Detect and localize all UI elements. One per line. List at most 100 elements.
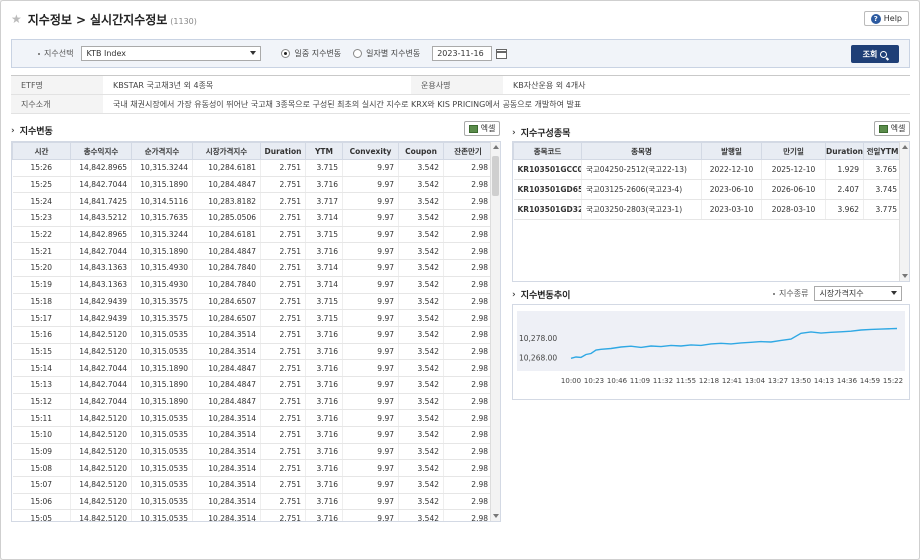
scroll-thumb[interactable] (492, 156, 499, 196)
scroll-up-icon[interactable] (493, 145, 499, 149)
index-change-cell: 9.97 (342, 376, 399, 394)
index-change-cell: 15:22 (12, 226, 71, 244)
index-change-row[interactable]: 15:22 14,842.8965 10,315.3244 10,284.6181 2.… (12, 226, 493, 244)
index-change-cell: 2.98 (443, 309, 493, 327)
index-change-cell: 10,284.3514 (192, 493, 261, 511)
index-change-cell: 14,841.7425 (70, 192, 132, 211)
index-change-cell: 14,842.5120 (70, 493, 132, 511)
index-change-cell: 10,284.4847 (192, 376, 261, 394)
index-change-cell: 2.98 (443, 493, 493, 511)
index-change-row[interactable]: 15:16 14,842.5120 10,315.0535 10,284.3514 2.… (12, 326, 493, 344)
trend-title-text: 지수변동추이 (520, 291, 571, 301)
index-change-row[interactable]: 15:26 14,842.8965 10,315.3244 10,284.6181 2.… (12, 159, 493, 177)
index-change-row[interactable]: 15:12 14,842.7044 10,315.1890 10,284.4847 2.… (12, 393, 493, 411)
index-change-table: 시간 총수익지수 순가격지수 시장가격지수 Duration YTM Convexity Co… (12, 142, 493, 521)
index-change-cell: 10,315.1890 (131, 359, 193, 377)
index-change-cell: 3.542 (398, 192, 444, 211)
breadcrumb-category: 지수정보 (27, 12, 72, 27)
index-change-cell: 10,285.0506 (192, 209, 261, 227)
index-change-cell: 14,843.5212 (70, 209, 132, 227)
index-change-cell: 15:11 (12, 409, 71, 427)
trend-filter-label: 지수종류 (779, 289, 809, 298)
index-change-row[interactable]: 15:11 14,842.5120 10,315.0535 10,284.3514 2.… (12, 409, 493, 427)
index-change-cell: 10,315.0535 (131, 343, 193, 361)
index-change-cell: 10,315.0535 (131, 509, 193, 521)
index-change-row[interactable]: 15:08 14,842.5120 10,315.0535 10,284.3514 2.… (12, 459, 493, 478)
index-change-cell: 15:14 (12, 359, 71, 377)
index-change-row[interactable]: 15:23 14,843.5212 10,315.7635 10,285.0506 2.… (12, 209, 493, 227)
index-change-row[interactable]: 15:25 14,842.7044 10,315.1890 10,284.4847 2.… (12, 176, 493, 194)
index-change-cell: 14,842.7044 (70, 242, 132, 261)
constituents-table-wrapper[interactable]: 종목코드 종목명 발행일 만기일 Duration 전일YTM KR103501GCC0 국… (512, 141, 910, 282)
calendar-icon[interactable] (496, 48, 508, 59)
index-change-header-cell: YTM (305, 142, 343, 160)
index-change-cell: 10,284.3514 (192, 443, 261, 461)
index-change-table-wrapper[interactable]: 시간 총수익지수 순가격지수 시장가격지수 Duration YTM Convexity Co… (11, 141, 501, 522)
index-change-row[interactable]: 15:14 14,842.7044 10,315.1890 10,284.4847 2.… (12, 359, 493, 377)
index-change-cell: 3.542 (398, 343, 444, 361)
index-change-cell: 2.98 (443, 276, 493, 294)
index-change-row[interactable]: 15:05 14,842.5120 10,315.0535 10,284.3514 2.… (12, 509, 493, 521)
constituent-cell: 국고03250-2803(국고23-1) (581, 199, 702, 220)
info-row-etf: ETF명 KBSTAR 국고채3년 외 4종목 운용사명 KB자산운용 외 4개… (11, 76, 910, 95)
index-change-row[interactable]: 15:18 14,842.9439 10,315.3575 10,284.6507 2.… (12, 293, 493, 311)
scroll-down-icon[interactable] (493, 514, 499, 518)
index-change-row[interactable]: 15:15 14,842.5120 10,315.0535 10,284.3514 2.… (12, 343, 493, 361)
index-change-row[interactable]: 15:24 14,841.7425 10,314.5116 10,283.8182 2.… (12, 192, 493, 211)
index-change-row[interactable]: 15:09 14,842.5120 10,315.0535 10,284.3514 2.… (12, 443, 493, 461)
query-button[interactable]: 조회 (851, 45, 899, 63)
date-input[interactable]: 2023-11-16 (432, 46, 493, 61)
index-change-cell: 2.98 (443, 159, 493, 177)
chevron-right-icon: › (512, 289, 516, 300)
left-excel-button[interactable]: 엑셀 (464, 121, 500, 136)
constituent-row[interactable]: KR103501GD65 국고03125-2606(국고23-4) 2023-06-… (513, 179, 902, 200)
vertical-scrollbar[interactable] (490, 142, 500, 521)
index-change-row[interactable]: 15:20 14,843.1363 10,315.4930 10,284.7840 2.… (12, 259, 493, 277)
constituent-row[interactable]: KR103501GD32 국고03250-2803(국고23-1) 2023-03-… (513, 199, 902, 220)
x-tick-label: 10:46 (607, 377, 628, 385)
index-change-cell: 9.97 (342, 192, 399, 211)
index-change-cell: 2.751 (260, 343, 306, 361)
index-change-cell: 2.751 (260, 159, 306, 177)
radio-by-date[interactable]: 일자별 지수변동 (353, 48, 420, 59)
search-panel: 지수선택 KTB Index 일중 지수변동 일자별 지수변동 2023-11-… (11, 39, 910, 68)
index-change-cell: 3.542 (398, 393, 444, 411)
index-change-row[interactable]: 15:13 14,842.7044 10,315.1890 10,284.4847 2.… (12, 376, 493, 394)
right-excel-button[interactable]: 엑셀 (874, 121, 910, 136)
index-select[interactable]: KTB Index (81, 46, 262, 61)
index-change-cell: 3.715 (305, 293, 343, 311)
index-change-row[interactable]: 15:10 14,842.5120 10,315.0535 10,284.3514 2.… (12, 426, 493, 444)
index-change-row[interactable]: 15:17 14,842.9439 10,315.3575 10,284.6507 2.… (12, 309, 493, 327)
favorite-star-icon[interactable]: ★ (11, 12, 22, 26)
index-change-cell: 9.97 (342, 343, 399, 361)
radio-checked-icon (281, 49, 291, 58)
index-type-select[interactable]: 시장가격지수 (814, 286, 903, 301)
index-change-row[interactable]: 15:06 14,842.5120 10,315.0535 10,284.3514 2.… (12, 493, 493, 511)
constituent-row[interactable]: KR103501GCC0 국고04250-2512(국고22-13) 2022-12… (513, 159, 902, 180)
index-change-cell: 10,315.7635 (131, 209, 193, 227)
index-change-row[interactable]: 15:07 14,842.5120 10,315.0535 10,284.3514 2.… (12, 476, 493, 494)
index-change-cell: 10,284.7840 (192, 276, 261, 294)
help-button[interactable]: ? Help (863, 11, 909, 26)
index-change-cell: 3.716 (305, 509, 343, 521)
scroll-down-icon[interactable] (902, 274, 908, 278)
index-change-cell: 10,315.3575 (131, 293, 193, 311)
index-change-row[interactable]: 15:21 14,842.7044 10,315.1890 10,284.4847 2.… (12, 242, 493, 261)
index-change-row[interactable]: 15:19 14,843.1363 10,315.4930 10,284.7840 2.… (12, 276, 493, 294)
constituents-scrollbar[interactable] (899, 142, 909, 281)
index-change-cell: 3.716 (305, 443, 343, 461)
constituent-header-cell: 만기일 (761, 142, 826, 160)
index-change-cell: 10,284.3514 (192, 509, 261, 521)
index-change-cell: 2.98 (443, 359, 493, 377)
index-change-cell: 9.97 (342, 493, 399, 511)
index-change-cell: 14,843.1363 (70, 259, 132, 277)
index-change-cell: 9.97 (342, 176, 399, 194)
constituent-header-cell: 종목명 (581, 142, 702, 160)
scroll-up-icon[interactable] (902, 145, 908, 149)
index-change-cell: 14,843.1363 (70, 276, 132, 294)
breadcrumb-current: 실시간지수정보 (90, 12, 168, 27)
radio-daily[interactable]: 일중 지수변동 (281, 48, 341, 59)
index-change-cell: 2.751 (260, 176, 306, 194)
index-change-cell: 15:06 (12, 493, 71, 511)
index-change-cell: 2.751 (260, 509, 306, 521)
